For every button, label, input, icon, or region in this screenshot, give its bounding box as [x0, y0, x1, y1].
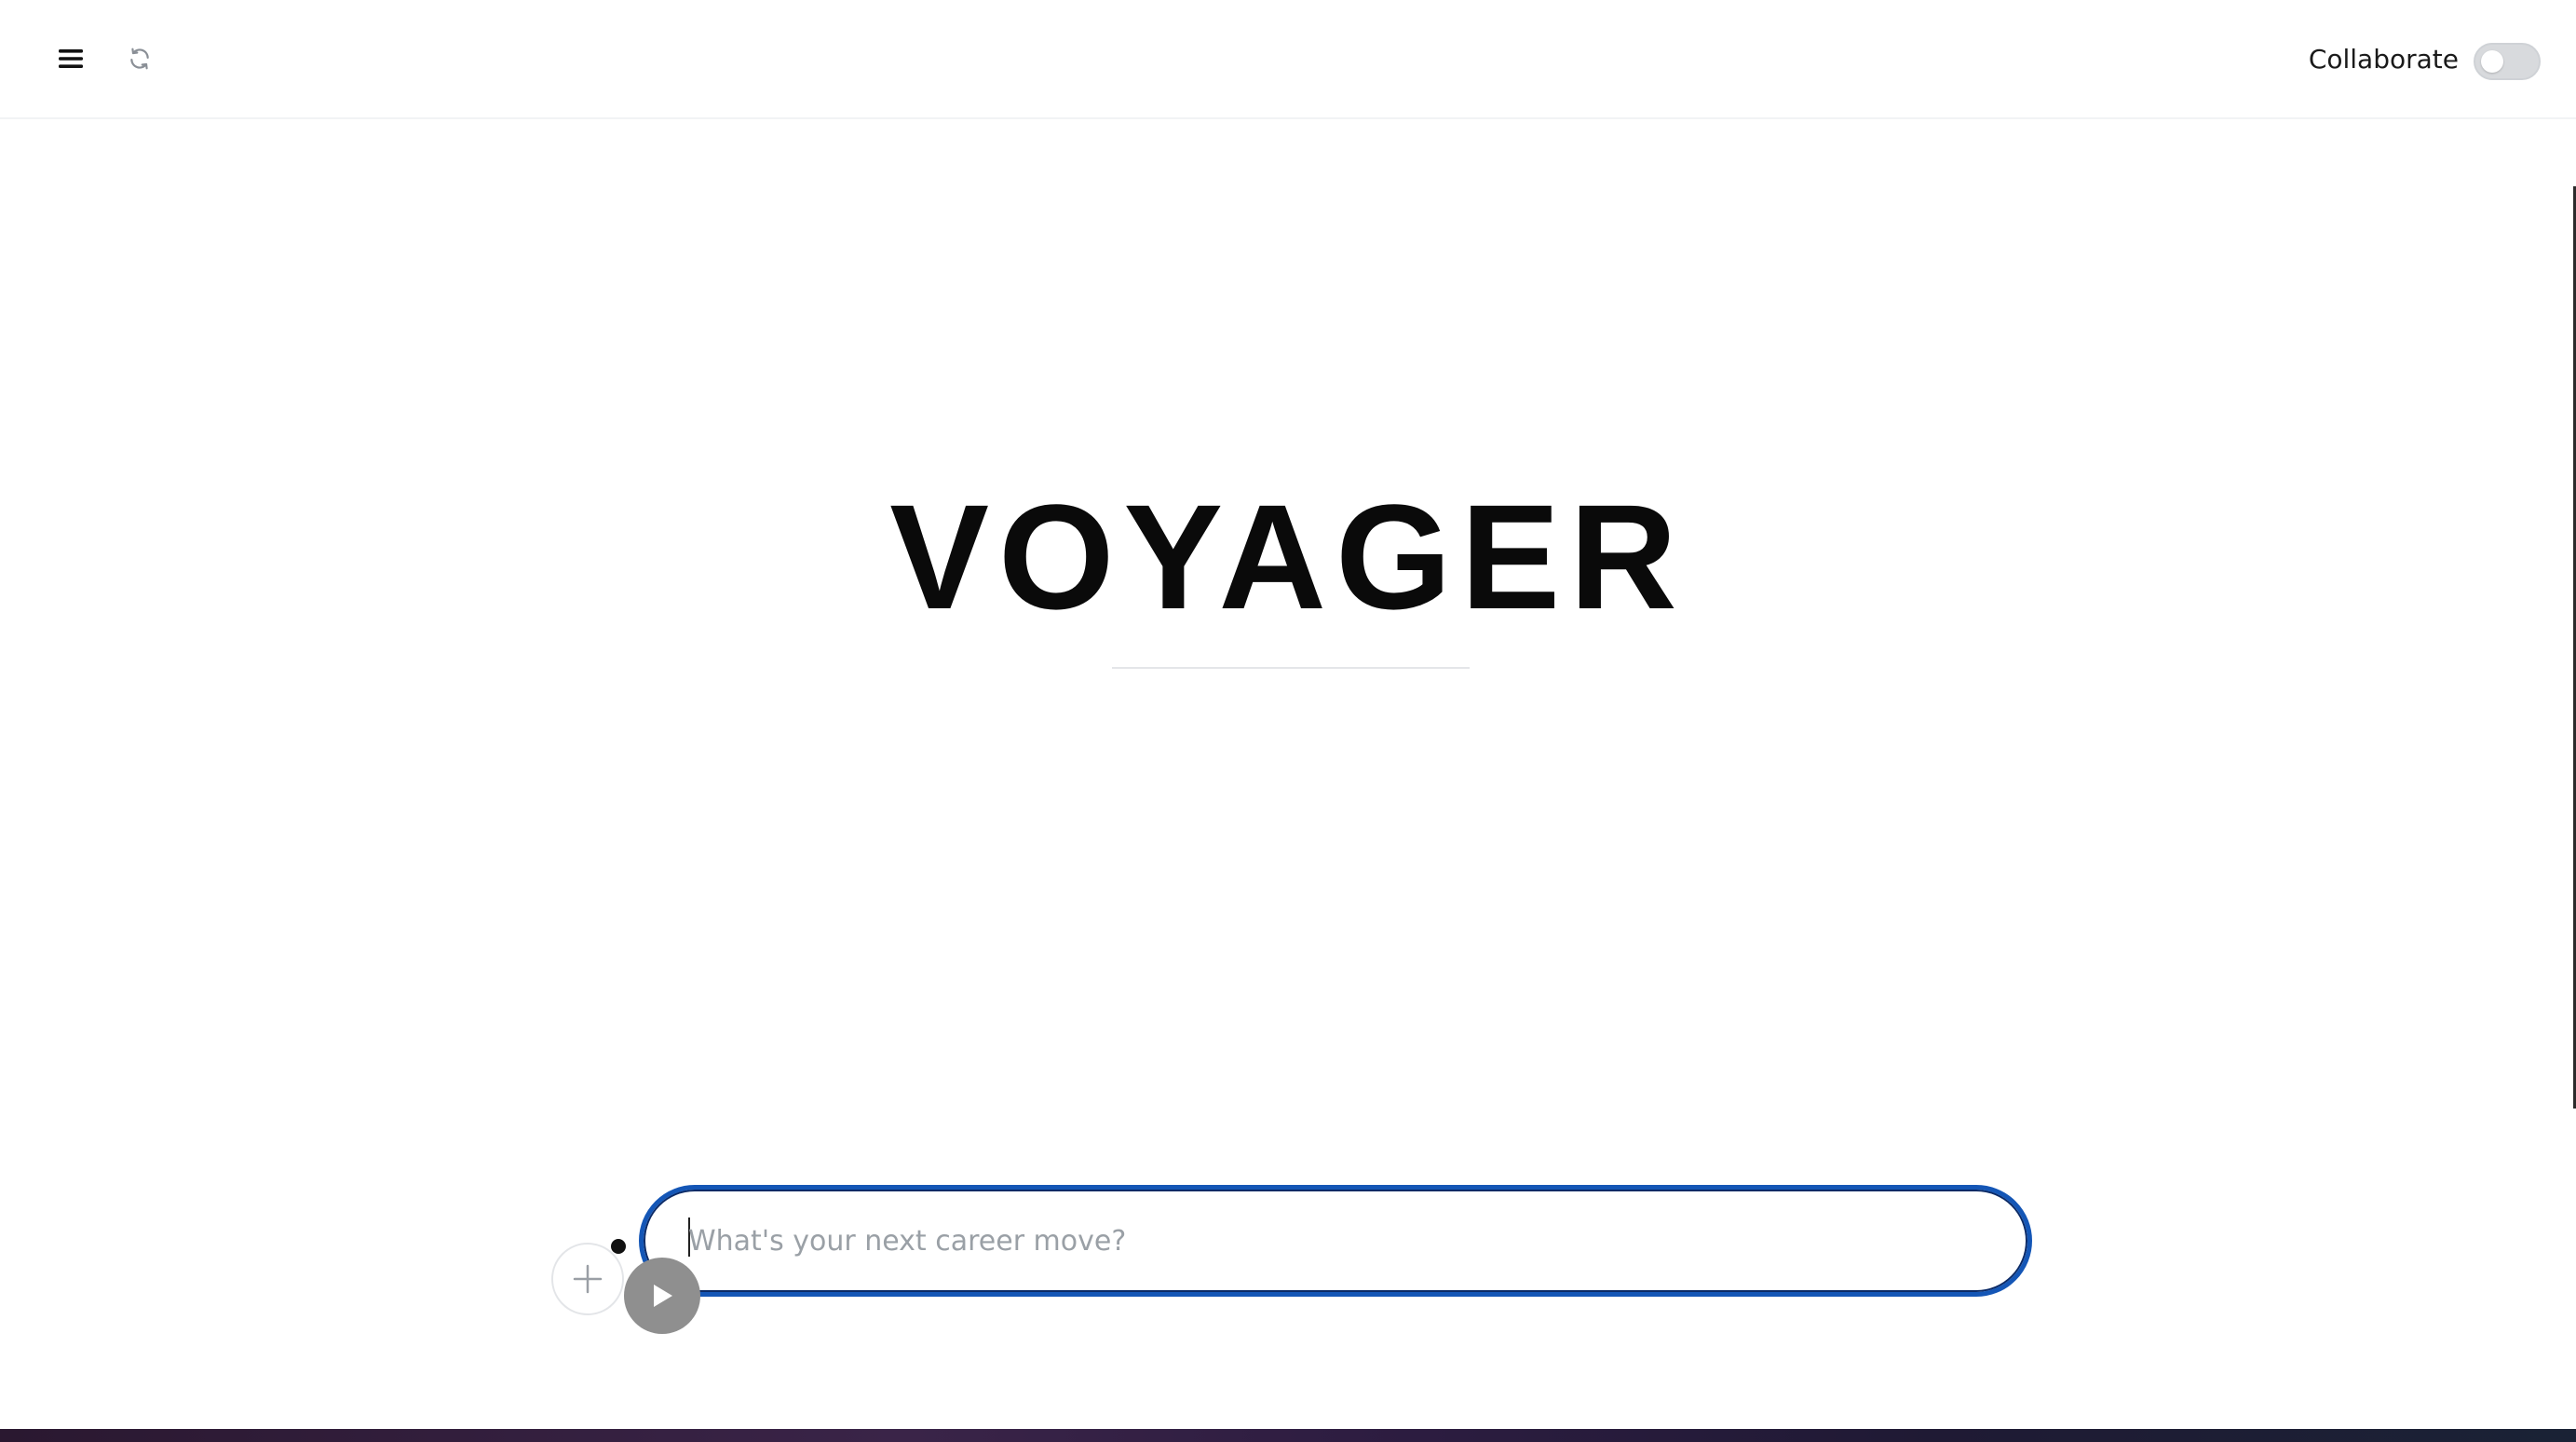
play-icon [654, 1285, 672, 1307]
collaborate-label: Collaborate [2308, 44, 2459, 75]
refresh-button[interactable] [110, 29, 169, 88]
bottom-edge-strip [0, 1429, 2576, 1442]
menu-button[interactable] [41, 29, 101, 88]
career-prompt-input[interactable] [686, 1208, 1981, 1273]
app-title: VOYAGER [889, 473, 1687, 640]
refresh-icon [130, 48, 149, 70]
message-composer [639, 1185, 2032, 1297]
toggle-knob [2481, 50, 2503, 73]
hamburger-menu-icon [59, 49, 83, 68]
top-bar: Collaborate [0, 0, 2576, 119]
plus-icon [573, 1264, 603, 1294]
collaborate-toggle[interactable] [2474, 43, 2541, 80]
title-divider [1112, 667, 1470, 669]
app-page: Collaborate VOYAGER [0, 0, 2576, 1442]
add-attachment-button[interactable] [551, 1243, 624, 1315]
status-dot [611, 1239, 626, 1254]
send-button[interactable] [624, 1258, 700, 1334]
